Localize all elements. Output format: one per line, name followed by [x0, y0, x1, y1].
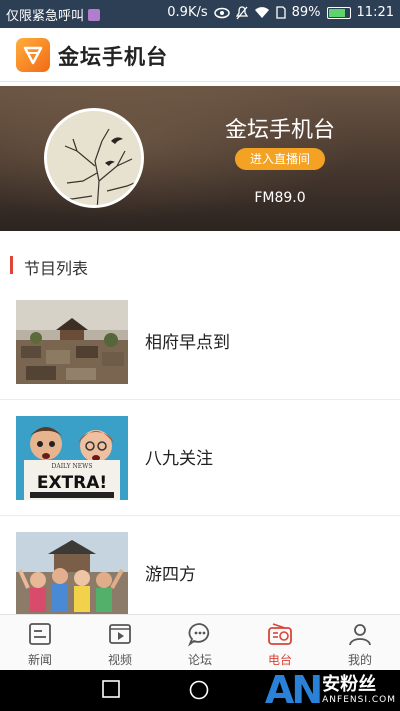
nav-forum[interactable]: 论坛 — [160, 615, 240, 670]
recent-apps-icon[interactable] — [102, 680, 120, 702]
section-accent-bar — [10, 256, 13, 274]
nav-label: 论坛 — [187, 653, 212, 667]
radio-icon — [267, 621, 293, 647]
program-title: 游四方 — [145, 565, 196, 585]
network-speed: 0.9K/s — [167, 5, 208, 20]
app-header: 金坛手机台 — [0, 28, 400, 82]
watermark: AN 安粉丝 ANFENSI.COM — [265, 668, 396, 711]
sim-icon — [275, 6, 286, 19]
battery-icon — [326, 6, 351, 19]
battery-percent: 89% — [291, 5, 321, 20]
profile-icon — [347, 621, 373, 647]
program-thumbnail: DAILY NEWS EXTRA! — [16, 416, 128, 500]
station-banner[interactable]: 金坛手机台 进入直播间 FM89.0 — [0, 86, 400, 231]
nav-label: 视频 — [107, 653, 132, 667]
home-icon[interactable] — [189, 680, 209, 704]
watermark-logo: AN — [264, 667, 323, 711]
program-thumbnail — [16, 300, 128, 384]
program-title: 八九关注 — [145, 449, 213, 469]
news-icon — [27, 621, 53, 647]
carrier-text: 仅限紧急呼叫 — [6, 9, 85, 24]
nav-video[interactable]: 视频 — [80, 615, 160, 670]
watermark-cn: 安粉丝 — [322, 673, 377, 695]
svg-text:EXTRA!: EXTRA! — [37, 473, 107, 493]
video-icon — [107, 621, 133, 647]
program-thumbnail — [16, 532, 128, 616]
program-item[interactable]: DAILY NEWS EXTRA! 八九关注 — [0, 400, 400, 516]
watermark-en: ANFENSI.COM — [322, 694, 396, 705]
app-logo-icon — [16, 38, 50, 72]
nav-label: 电台 — [267, 653, 292, 667]
enter-live-button[interactable]: 进入直播间 — [235, 148, 325, 170]
app-title: 金坛手机台 — [58, 45, 168, 69]
bottom-navigation: 新闻 视频 论坛 电台 我的 — [0, 614, 400, 670]
forum-icon — [187, 621, 213, 647]
station-frequency: FM89.0 — [254, 190, 306, 206]
program-title: 相府早点到 — [145, 333, 230, 353]
wifi-icon — [254, 6, 270, 19]
notification-icon — [88, 8, 101, 21]
nav-profile[interactable]: 我的 — [320, 615, 400, 670]
program-item[interactable]: 相府早点到 — [0, 284, 400, 400]
nav-label: 新闻 — [27, 653, 52, 667]
station-cover-image — [44, 108, 144, 208]
section-title: 节目列表 — [24, 259, 89, 278]
nav-label: 我的 — [347, 653, 372, 667]
nav-news[interactable]: 新闻 — [0, 615, 80, 670]
station-title: 金坛手机台 — [224, 118, 335, 143]
nav-radio[interactable]: 电台 — [240, 615, 320, 670]
program-list-header: 节目列表 — [0, 248, 400, 284]
mute-icon — [235, 5, 248, 20]
eye-icon — [213, 7, 230, 19]
status-bar: 仅限紧急呼叫 0.9K/s 89% 11:21 — [0, 0, 400, 28]
svg-text:DAILY NEWS: DAILY NEWS — [52, 463, 93, 470]
clock: 11:21 — [356, 5, 394, 20]
